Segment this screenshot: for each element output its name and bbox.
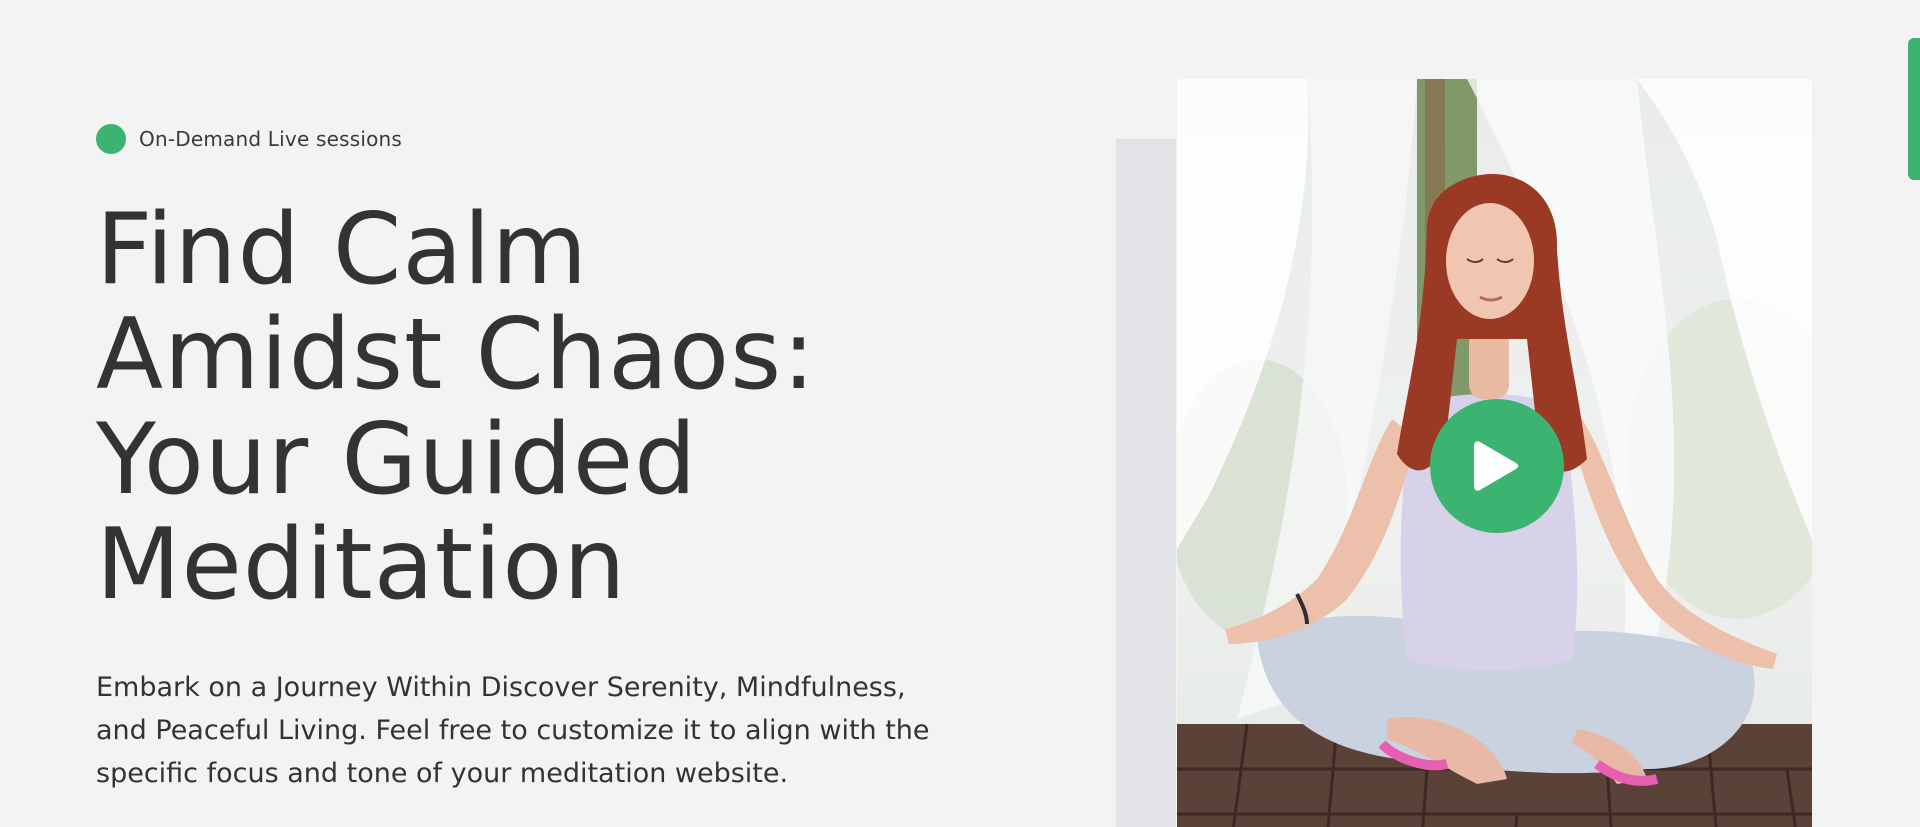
hero-title-line: Meditation [96, 508, 627, 622]
status-dot-icon [96, 124, 126, 154]
badge-label: On-Demand Live sessions [139, 127, 403, 151]
scroll-indicator[interactable] [1908, 38, 1920, 180]
hero-title-line: Amidst Chaos: [96, 298, 817, 412]
hero-title-line: Find Calm [96, 193, 589, 307]
decorative-panel [1116, 139, 1176, 827]
play-icon [1474, 441, 1519, 491]
hero-section: On-Demand Live sessions Find Calm Amidst… [0, 0, 1920, 827]
play-video-button[interactable] [1430, 399, 1564, 533]
hero-description-line: Embark on a Journey Within Discover Sere… [96, 672, 906, 703]
hero-title: Find Calm Amidst Chaos: Your Guided Medi… [96, 198, 996, 618]
hero-description-line: and Peaceful Living. Feel free to custom… [96, 715, 930, 746]
hero-description-line: specific focus and tone of your meditati… [96, 758, 789, 789]
hero-title-line: Your Guided [96, 403, 698, 517]
live-sessions-badge: On-Demand Live sessions [96, 124, 402, 154]
hero-description: Embark on a Journey Within Discover Sere… [96, 666, 996, 795]
meditation-video-thumbnail[interactable] [1177, 79, 1812, 827]
